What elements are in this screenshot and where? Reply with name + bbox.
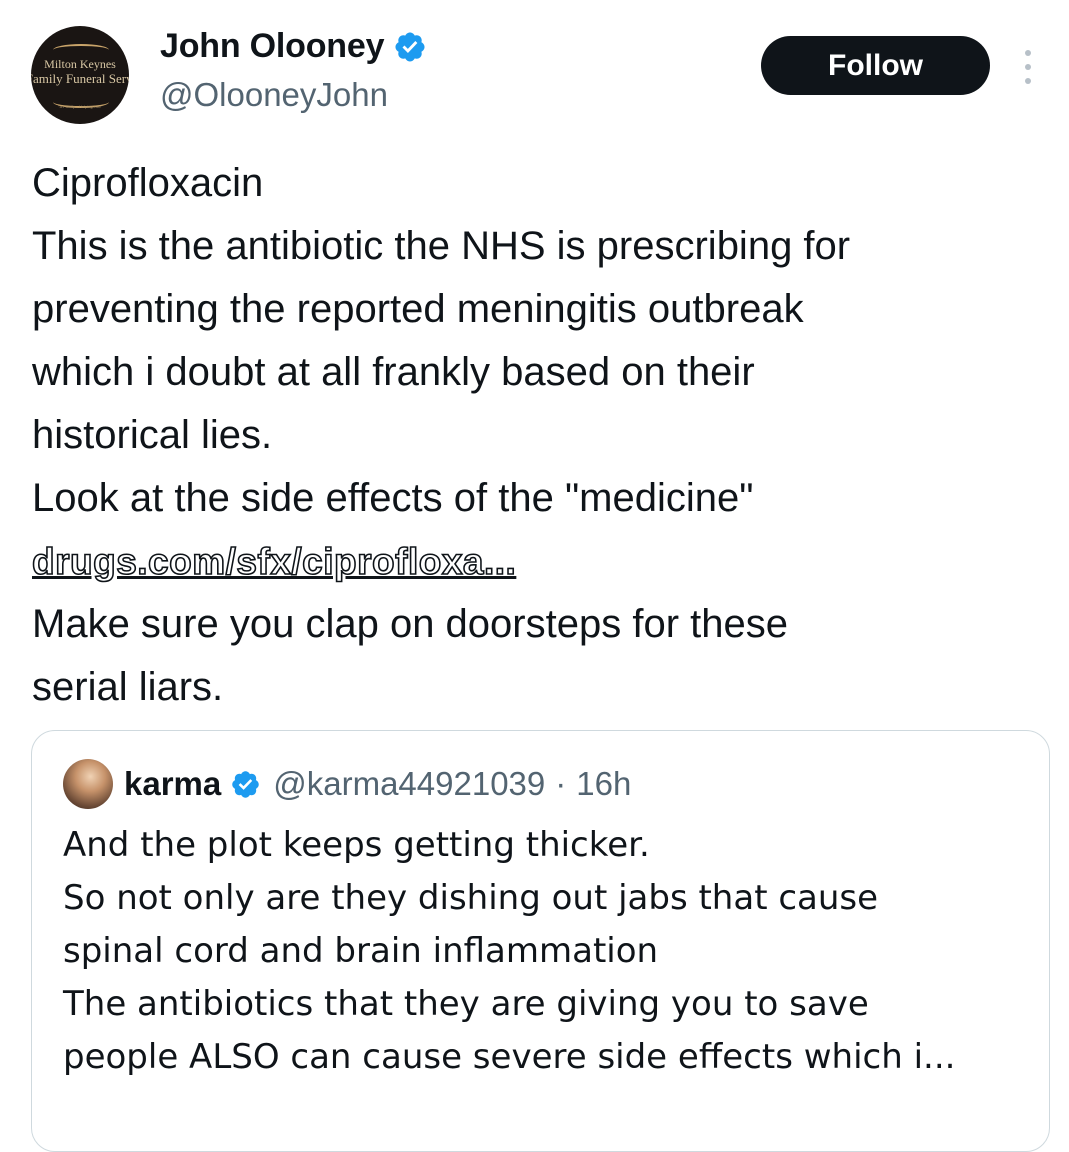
quoted-tweet-header: karma @karma44921039 · 16h <box>124 759 631 809</box>
tweet-line: This is the antibiotic the NHS is prescr… <box>32 224 851 268</box>
more-dot <box>1025 50 1031 56</box>
tweet-link[interactable]: drugs.com/sfx/ciprofloxa... <box>31 530 1062 593</box>
verified-badge-icon <box>395 31 425 62</box>
quoted-tweet-line: spinal cord and brain inflammation <box>63 931 659 971</box>
quoted-tweet-text: And the plot keeps getting thicker. So n… <box>63 819 1023 1084</box>
quoted-tweet-line: And the plot keeps getting thicker. <box>63 825 650 865</box>
separator-dot: · <box>555 765 567 802</box>
more-dot <box>1025 78 1031 84</box>
quoted-tweet-line: So not only are they dishing out jabs th… <box>63 878 879 918</box>
tweet-line: which i doubt at all frankly based on th… <box>32 350 755 394</box>
avatar-ornament-top <box>53 44 109 56</box>
tweet-line: Look at the side effects of the "medicin… <box>32 476 754 520</box>
author-handle[interactable]: @OlooneyJohn <box>160 76 388 114</box>
avatar-text-line-1: Milton Keynes <box>44 57 116 71</box>
avatar-text-line-3: "A Family... Helping You" <box>58 104 102 109</box>
follow-button[interactable]: Follow <box>761 36 990 95</box>
author-avatar[interactable]: Milton Keynes Family Funeral Servi "A Fa… <box>31 26 129 124</box>
avatar-text-line-2: Family Funeral Servi <box>31 71 129 86</box>
quoted-author-avatar[interactable] <box>63 759 113 809</box>
quoted-author-handle[interactable]: @karma44921039 <box>273 765 545 803</box>
quoted-author-name[interactable]: karma <box>124 765 221 803</box>
tweet-line: historical lies. <box>32 413 273 457</box>
tweet-line: preventing the reported meningitis outbr… <box>32 287 804 331</box>
quoted-tweet-line: The antibiotics that they are giving you… <box>63 984 869 1024</box>
tweet-line: Ciprofloxacin <box>32 161 264 205</box>
quoted-tweet-card[interactable]: karma @karma44921039 · 16h And the plot … <box>31 730 1050 1152</box>
tweet-text: Ciprofloxacin This is the antibiotic the… <box>31 152 1062 719</box>
more-vertical-icon[interactable] <box>1015 50 1041 84</box>
tweet-line: serial liars. <box>32 665 224 709</box>
tweet-line: Make sure you clap on doorsteps for thes… <box>32 602 788 646</box>
more-dot <box>1025 64 1031 70</box>
author-name[interactable]: John Olooney <box>160 27 384 66</box>
quoted-tweet-timestamp[interactable]: 16h <box>576 765 631 803</box>
verified-badge-icon <box>232 770 259 798</box>
author-name-row[interactable]: John Olooney <box>160 27 427 66</box>
quoted-tweet-line: people ALSO can cause severe side effect… <box>63 1037 956 1077</box>
